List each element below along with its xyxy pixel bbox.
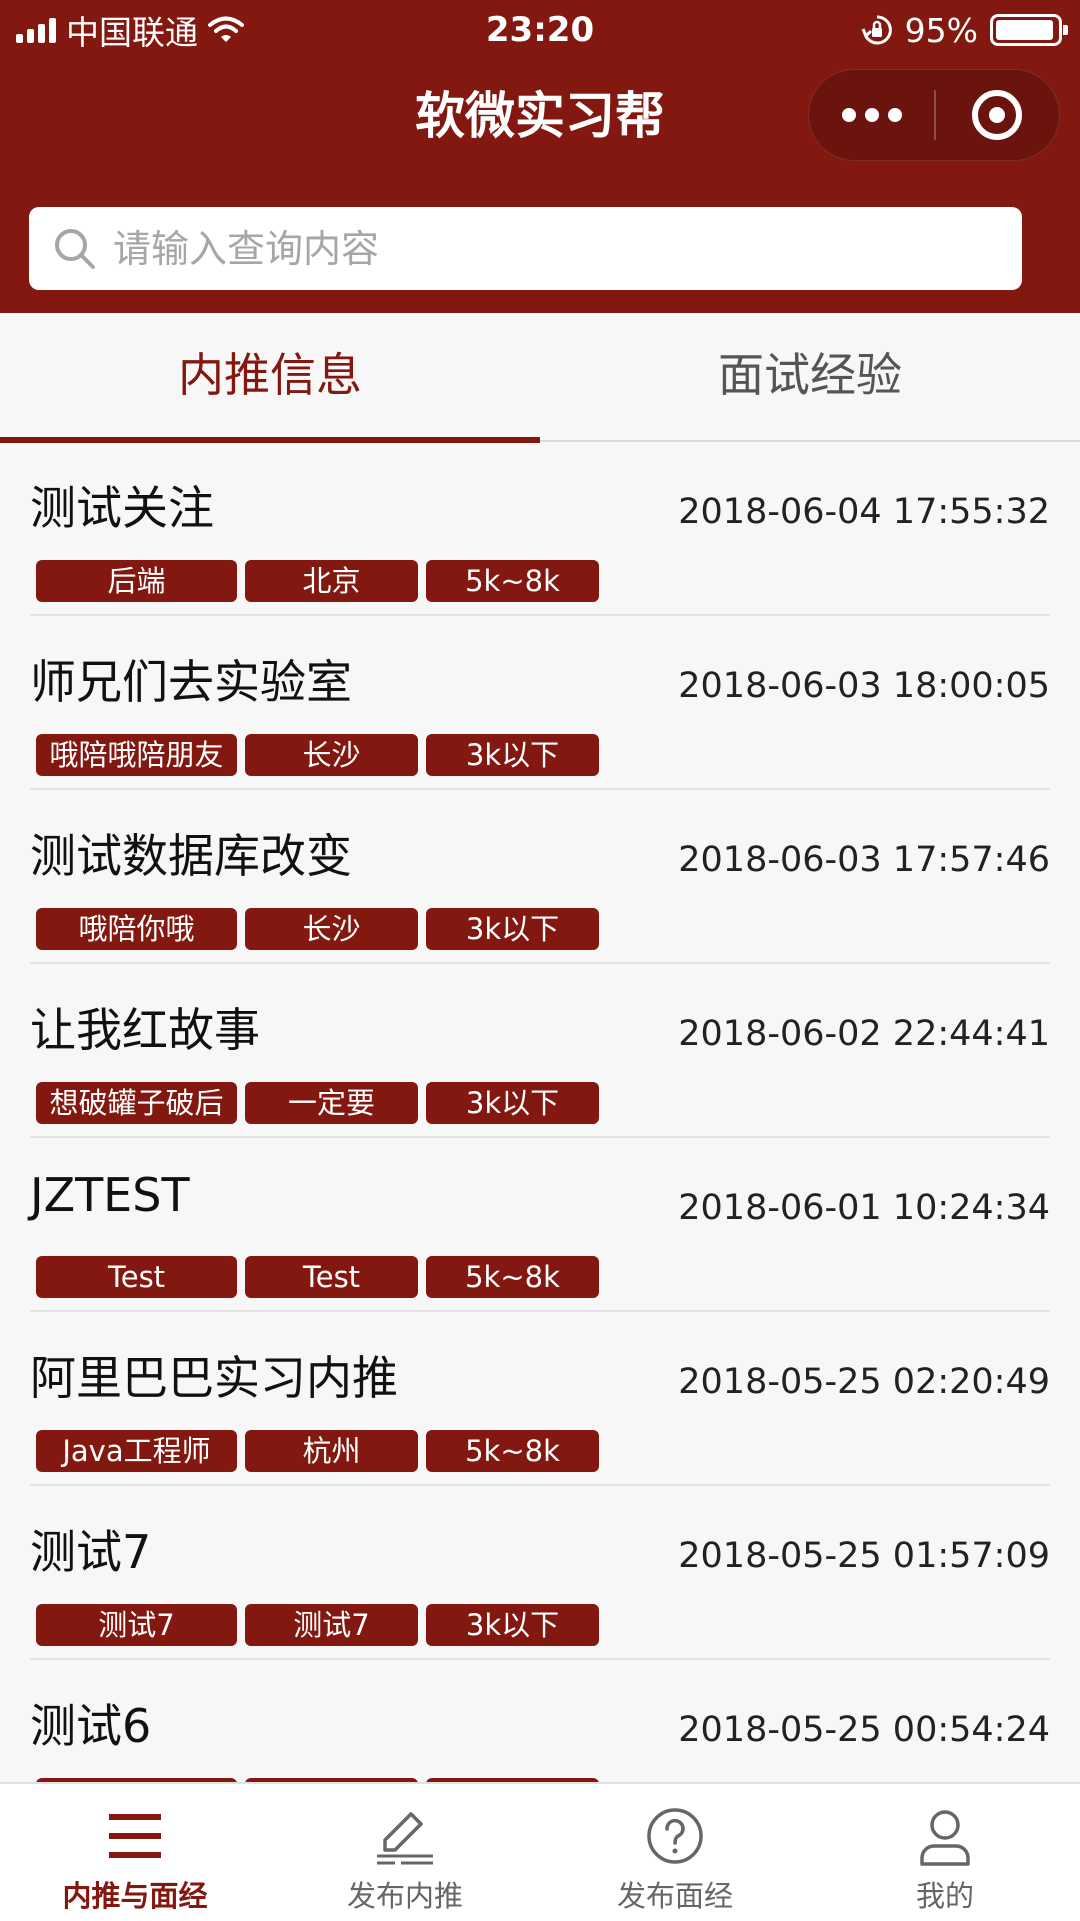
battery-icon — [990, 14, 1068, 46]
status-bar: 中国联通 23:20 95% — [0, 0, 1080, 60]
tag-salary: 3k以下 — [426, 1604, 599, 1646]
tag-position: 哦陪你哦 — [36, 908, 237, 950]
item-tags: 想破罐子破后 一定要 3k以下 — [36, 1082, 599, 1124]
status-right: 95% — [861, 8, 1068, 52]
tag-city: 杭州 — [245, 1430, 418, 1472]
search-icon — [55, 228, 95, 269]
list-item[interactable]: 测试关注 2018-06-04 17:55:32 后端 北京 5k~8k — [30, 442, 1050, 616]
tag-position: Java工程师 — [36, 1430, 237, 1472]
search-bar[interactable] — [29, 207, 1022, 290]
tag-city: 测试7 — [245, 1604, 418, 1646]
close-button[interactable] — [936, 69, 1059, 161]
tag-position: 哦陪哦陪朋友 — [36, 734, 237, 776]
tag-salary: 3k以下 — [426, 734, 599, 776]
list-item[interactable]: JZTEST 2018-06-01 10:24:34 Test Test 5k~… — [30, 1138, 1050, 1312]
tag-salary: 5k~8k — [426, 1430, 599, 1472]
item-title: 测试6 — [30, 1699, 152, 1753]
tabbar-item-profile[interactable]: 我的 — [810, 1784, 1080, 1921]
list-icon — [109, 1814, 161, 1858]
tag-salary: 5k~8k — [426, 1256, 599, 1298]
edit-icon — [377, 1812, 433, 1865]
post-list: 测试关注 2018-06-04 17:55:32 后端 北京 5k~8k 师兄们… — [0, 442, 1080, 1782]
tabbar-label: 发布内推 — [346, 1879, 463, 1913]
item-time: 2018-05-25 00:54:24 — [678, 1710, 1050, 1750]
list-item[interactable]: 测试6 2018-05-25 00:54:24 — [30, 1660, 1050, 1782]
more-button[interactable] — [809, 69, 934, 161]
tabbar-label: 发布面经 — [616, 1879, 733, 1913]
item-title: 测试数据库改变 — [30, 829, 352, 883]
tag-city: Test — [245, 1256, 418, 1298]
tabbar-label: 我的 — [915, 1879, 974, 1913]
item-title: 师兄们去实验室 — [30, 655, 352, 709]
tag-city: 长沙 — [245, 734, 418, 776]
item-tags: 哦陪哦陪朋友 长沙 3k以下 — [36, 734, 599, 776]
mini-program-capsule — [808, 69, 1060, 161]
item-tags: 哦陪你哦 长沙 3k以下 — [36, 908, 599, 950]
item-tags: 测试7 测试7 3k以下 — [36, 1604, 599, 1646]
header: 中国联通 23:20 95% 软微实习帮 — [0, 0, 1080, 313]
tag-city: 一定要 — [245, 1082, 418, 1124]
question-icon — [647, 1808, 703, 1864]
item-title: JZTEST — [30, 1168, 190, 1222]
tab-interview-experience[interactable]: 面试经验 — [540, 313, 1080, 442]
tab-referral-info[interactable]: 内推信息 — [0, 313, 540, 442]
tabbar-label: 内推与面经 — [62, 1879, 208, 1913]
tag-city: 长沙 — [245, 908, 418, 950]
item-title: 测试关注 — [30, 481, 214, 535]
tag-position: 测试7 — [36, 1604, 237, 1646]
item-time: 2018-06-04 17:55:32 — [678, 492, 1050, 532]
more-dots-icon — [841, 108, 856, 122]
list-item[interactable]: 阿里巴巴实习内推 2018-05-25 02:20:49 Java工程师 杭州 … — [30, 1312, 1050, 1486]
item-time: 2018-05-25 02:20:49 — [678, 1362, 1050, 1402]
tabbar-item-post-interview[interactable]: 发布面经 — [540, 1784, 810, 1921]
item-title: 阿里巴巴实习内推 — [30, 1351, 398, 1405]
item-title: 测试7 — [30, 1525, 152, 1579]
target-icon — [972, 90, 1023, 140]
tag-position: 后端 — [36, 560, 237, 602]
list-item[interactable]: 测试数据库改变 2018-06-03 17:57:46 哦陪你哦 长沙 3k以下 — [30, 790, 1050, 964]
item-time: 2018-06-01 10:24:34 — [678, 1188, 1050, 1228]
tag-salary: 5k~8k — [426, 560, 599, 602]
item-tags: Test Test 5k~8k — [36, 1256, 599, 1298]
user-icon — [920, 1810, 970, 1866]
battery-percent: 95% — [904, 10, 978, 50]
tag-position: 想破罐子破后 — [36, 1082, 237, 1124]
tag-position: Test — [36, 1256, 237, 1298]
item-tags: 后端 北京 5k~8k — [36, 560, 599, 602]
tag-salary: 3k以下 — [426, 1082, 599, 1124]
tag-salary: 3k以下 — [426, 908, 599, 950]
list-item[interactable]: 测试7 2018-05-25 01:57:09 测试7 测试7 3k以下 — [30, 1486, 1050, 1660]
bottom-tab-bar: 内推与面经 发布内推 发布面经 我的 — [0, 1782, 1080, 1921]
orientation-lock-icon — [861, 15, 892, 45]
list-item[interactable]: 师兄们去实验室 2018-06-03 18:00:05 哦陪哦陪朋友 长沙 3k… — [30, 616, 1050, 790]
item-time: 2018-05-25 01:57:09 — [678, 1536, 1050, 1576]
search-input[interactable] — [113, 226, 993, 271]
item-time: 2018-06-03 18:00:05 — [678, 666, 1050, 706]
segment-tabs: 内推信息 面试经验 — [0, 313, 1080, 443]
list-item[interactable]: 让我红故事 2018-06-02 22:44:41 想破罐子破后 一定要 3k以… — [30, 964, 1050, 1138]
item-title: 让我红故事 — [30, 1003, 260, 1057]
item-time: 2018-06-03 17:57:46 — [678, 840, 1050, 880]
tag-city: 北京 — [245, 560, 418, 602]
item-time: 2018-06-02 22:44:41 — [678, 1014, 1050, 1054]
item-tags: Java工程师 杭州 5k~8k — [36, 1430, 599, 1472]
tabbar-item-post-referral[interactable]: 发布内推 — [270, 1784, 540, 1921]
tabbar-item-referrals[interactable]: 内推与面经 — [0, 1784, 270, 1921]
